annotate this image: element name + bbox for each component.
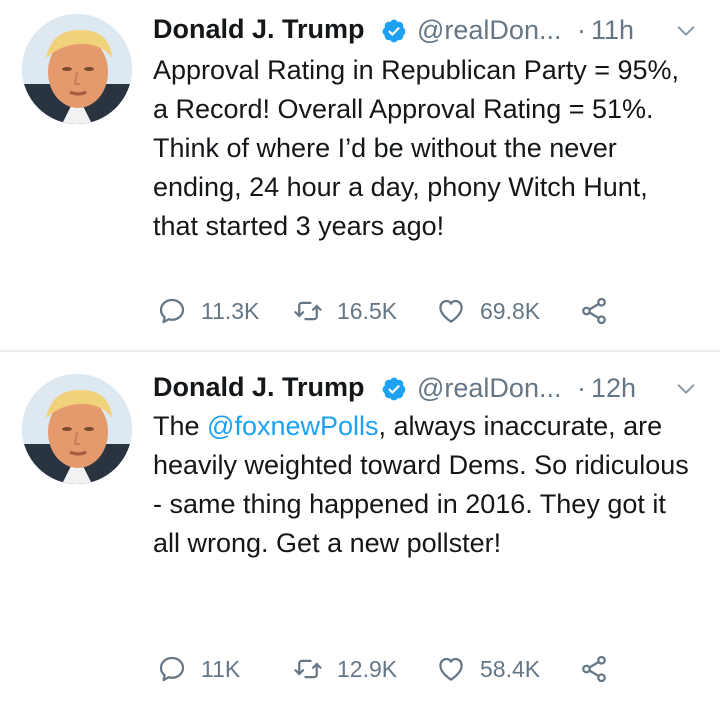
reply-button[interactable]: 11K (157, 652, 240, 686)
like-count: 69.8K (480, 297, 541, 324)
reply-count: 11.3K (201, 297, 260, 324)
avatar[interactable] (22, 14, 132, 124)
chevron-down-icon[interactable] (675, 20, 697, 42)
retweet-button[interactable]: 12.9K (293, 652, 397, 686)
mention-link[interactable]: @foxnewPolls (207, 411, 378, 441)
tweet-text-start: The (153, 411, 208, 441)
profile-photo (22, 374, 132, 484)
like-button[interactable]: 58.4K (436, 652, 540, 686)
retweet-count: 12.9K (337, 655, 398, 682)
retweet-button[interactable]: 16.5K (293, 294, 397, 328)
timestamp[interactable]: 12h (591, 373, 636, 404)
retweet-icon (294, 301, 322, 321)
heart-icon (439, 299, 463, 323)
reply-count: 11K (201, 655, 241, 682)
share-icon (582, 655, 606, 683)
author-handle[interactable]: @realDon... (417, 15, 561, 46)
tweet-text: The @foxnewPolls, always inaccurate, are… (153, 407, 698, 563)
tweet-header: Donald J. Trump @realDon... · 12h (153, 370, 713, 406)
share-icon (582, 297, 606, 325)
retweet-count: 16.5K (337, 297, 398, 324)
share-button[interactable] (579, 652, 609, 686)
chevron-down-icon[interactable] (675, 378, 697, 400)
tweet-header: Donald J. Trump @realDon... · 11h (153, 12, 713, 48)
verified-badge-icon (382, 19, 406, 43)
tweet-text: Approval Rating in Republican Party = 95… (153, 55, 680, 241)
reply-icon (159, 656, 185, 682)
like-count: 58.4K (480, 655, 541, 682)
tweet[interactable]: Donald J. Trump @realDon... · 12h The @f… (0, 352, 720, 704)
separator-dot: · (577, 373, 586, 403)
separator-dot: · (577, 15, 586, 45)
tweet-actions: 11.3K 16.5K 69.8K (157, 294, 677, 328)
author-name[interactable]: Donald J. Trump (153, 14, 365, 45)
author-name[interactable]: Donald J. Trump (153, 372, 365, 403)
profile-photo (22, 14, 132, 124)
retweet-icon (294, 659, 322, 679)
like-button[interactable]: 69.8K (436, 294, 540, 328)
reply-icon (159, 298, 185, 324)
heart-icon (439, 657, 463, 681)
avatar[interactable] (22, 374, 132, 484)
tweet[interactable]: Donald J. Trump @realDon... · 11h Approv… (0, 0, 720, 350)
verified-badge-icon (382, 377, 406, 401)
author-handle[interactable]: @realDon... (417, 373, 561, 404)
reply-button[interactable]: 11.3K (157, 294, 259, 328)
tweet-actions: 11K 12.9K 58.4K (157, 652, 677, 686)
timestamp[interactable]: 11h (591, 15, 634, 46)
share-button[interactable] (579, 294, 609, 328)
